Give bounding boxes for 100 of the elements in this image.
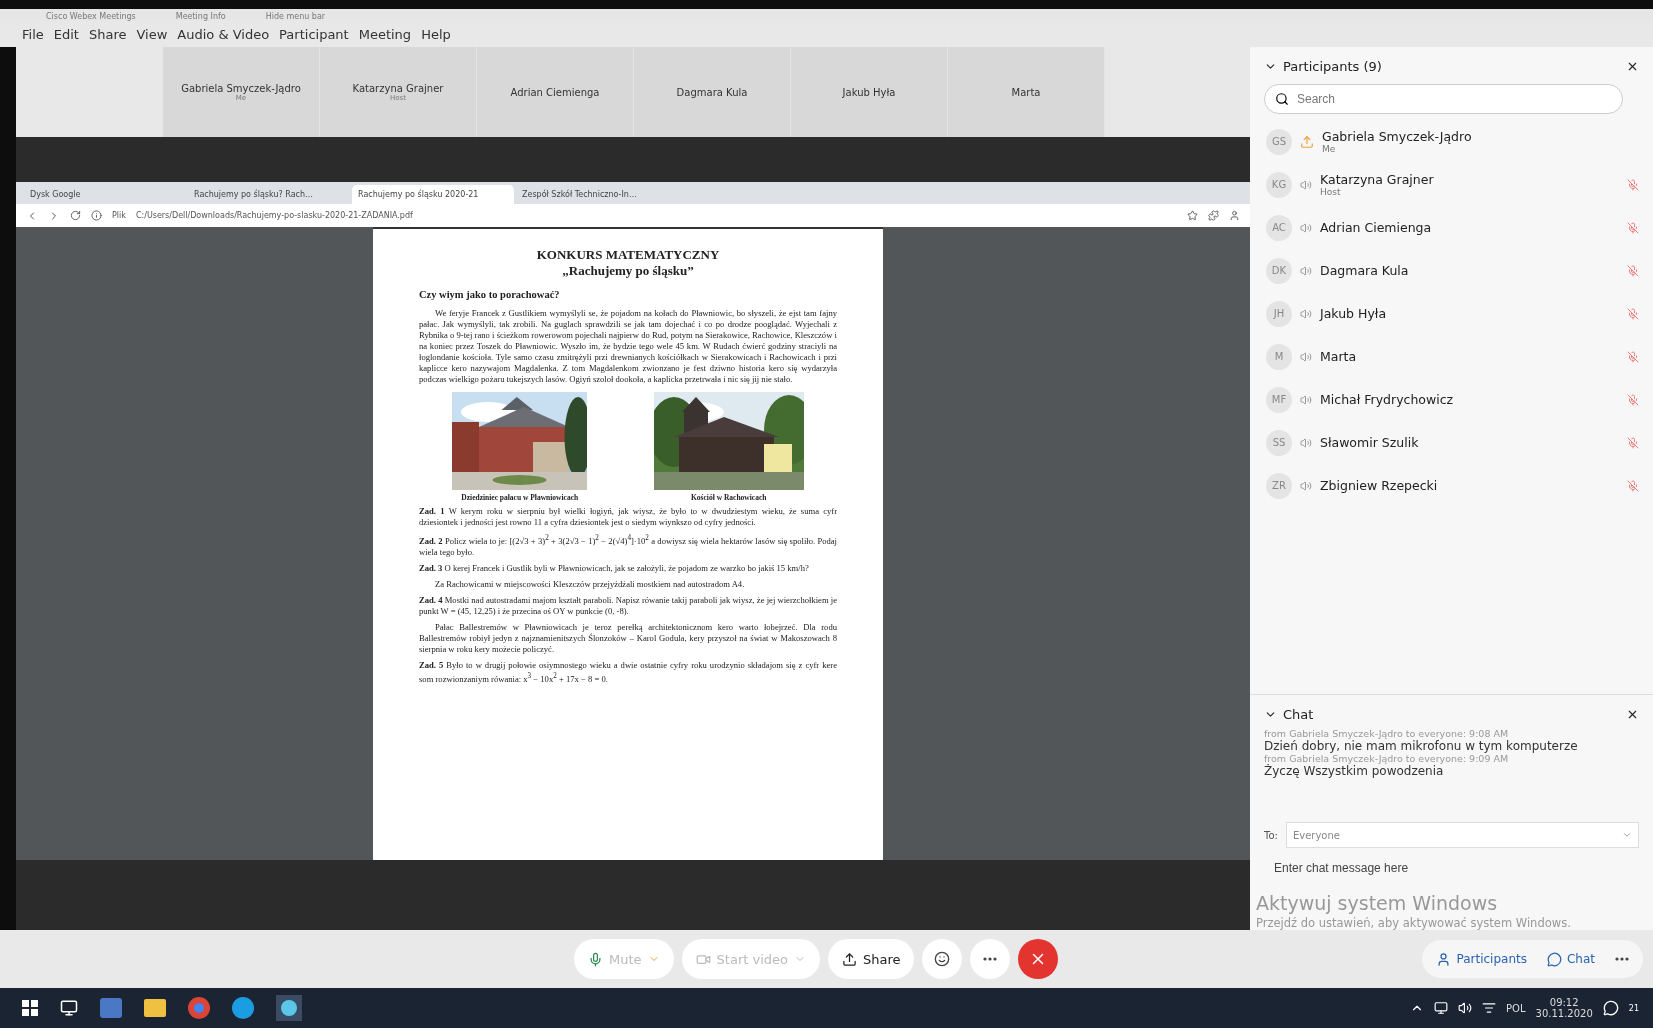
participant-name: Adrian Ciemienga — [1320, 220, 1433, 235]
microphone-icon — [588, 951, 603, 967]
participant-name: Katarzyna Grajner — [1320, 172, 1435, 187]
title-bar-text: Cisco Webex Meetings — [46, 13, 136, 21]
paragraph: Pałac Ballestremów w Pławniowicach je teroz perełką architektonicznom kero warto łobejrzeć. Dla rodu Ballestremów robiył jedyn z najznamienitszych Ślonzoków – Karol Godula, kery przyszoł na świat w Makoszowach 8 sierpnia w roku kery możecie policzyć. — [419, 621, 837, 655]
menu-item[interactable]: View — [136, 26, 168, 42]
volume-icon[interactable] — [1458, 1001, 1473, 1015]
search-icon — [1275, 92, 1289, 106]
participant-row[interactable]: KG Katarzyna Grajner Host — [1250, 163, 1653, 206]
share-icon — [841, 951, 857, 967]
participant-name: Adrian Ciemienga — [510, 86, 600, 98]
participants-button[interactable]: Participants — [1428, 940, 1535, 978]
menu-item[interactable]: Edit — [53, 26, 79, 42]
browser-tab[interactable]: Zespół Szkół Techniczno-In… — [516, 185, 678, 204]
chat-input[interactable]: Enter chat message here — [1272, 860, 1639, 876]
participant-name: Jakub Hyła — [1320, 306, 1388, 321]
menu-item[interactable]: Participant — [279, 26, 349, 42]
clock-time[interactable]: 09:12 — [1549, 997, 1579, 1008]
windows-start-icon[interactable] — [22, 1000, 38, 1016]
url-scheme: Plik — [112, 211, 126, 220]
avatar: JH — [1266, 300, 1292, 327]
reload-icon[interactable] — [70, 210, 81, 221]
tray-app-icon[interactable] — [1482, 1001, 1497, 1015]
recipient-label: To: — [1264, 829, 1278, 841]
message-meta: from Gabriela Smyczek-Jądro to everyone: 9:08 AM — [1263, 728, 1510, 739]
star-icon[interactable] — [1187, 210, 1198, 221]
title-bar-text: Hide menu bar — [265, 13, 326, 21]
participant-name: Dagmara Kula — [1320, 263, 1410, 278]
participant-row[interactable]: MF Michał Frydrychowicz — [1250, 378, 1653, 421]
reactions-button[interactable] — [922, 939, 963, 979]
participant-name: Marta — [1320, 349, 1358, 364]
menu-item[interactable]: Meeting — [358, 26, 412, 42]
browser-tab[interactable]: Rachujemy po śląsku 2020-21 — [352, 185, 514, 204]
activation-text: Przejdź do ustawień, aby aktywować system Windows. — [1256, 916, 1571, 930]
browser-tab[interactable]: Dysk Google — [24, 185, 186, 204]
paragraph: We feryje Francek z Gustlikiem wymyślyli se, że pojadom na kołach do Pławniowic, bo słyszeli, że ejst tam fajny pałac. Jak wymyślyli, tak zrobili. Na guglach sprawdzili se jak tam dojechać i co po drodze pooglądać. Wyjechali z Rybnika o 9-tej rano i ścieżkom rowerowom pojechali najpierw do Rud, potym na Sierakowice, Rachowice, Kleszczów i na koniec przez Toszek do Pławniowic. Wyszło im, że bydzie tego wele 45 km. W Rudach ćwierć godziny straciyli na łoglondanie kościoła. Tyle samo czasu zmitrężyli przi drewnianych kościółkach w Sierakowicach i Rachowicach i przi kaplicce kero nazywajom Magdalenka. Z tom Magdalenkom zwionzano je fest dziwno historia kero się wydarzyła podczas wielkigo pożaru tukejszych lasów. Ogiyń szoloł dookoła, a kaplicka przetrwała i nic się jij nie stało. — [419, 308, 837, 385]
participant-name: Dagmara Kula — [676, 86, 748, 98]
end-meeting-button[interactable] — [1018, 939, 1059, 979]
browser-icon[interactable] — [188, 997, 210, 1019]
avatar: GS — [1266, 128, 1292, 155]
participant-role: Host — [1320, 187, 1342, 197]
paragraph: Za Rachowicami w miejscowości Kleszczów przejyżdżali mostkiem nad autostradom A4. — [434, 578, 746, 590]
panel-title: Participants (9) — [1283, 59, 1383, 74]
chat-button[interactable]: Chat — [1538, 940, 1603, 978]
network-icon[interactable] — [1434, 1001, 1449, 1015]
close-icon[interactable] — [1626, 60, 1639, 73]
menu-item[interactable]: Audio & Video — [177, 26, 270, 42]
participant-row[interactable]: GS Gabriela Smyczek-Jądro Me — [1250, 120, 1653, 163]
avatar: KG — [1266, 171, 1292, 198]
task-view-icon[interactable] — [60, 999, 78, 1017]
document-subtitle: „Rachujemy po śląsku” — [561, 263, 695, 279]
participant-name: Katarzyna Grajner — [352, 82, 444, 94]
chat-message: Życzę Wszystkim powodzenia — [1263, 764, 1445, 778]
menu-item[interactable]: Help — [421, 26, 451, 42]
search-input[interactable]: Search — [1295, 91, 1612, 107]
notification-count: 21 — [1628, 1003, 1639, 1013]
avatar: M — [1266, 343, 1292, 370]
menu-item[interactable]: File — [22, 26, 44, 42]
profile-icon[interactable] — [1229, 210, 1240, 221]
task-text: Zad. 2 Policz wiela to je: [(2√3 + 3)$^{2}$ + 3(2√3 − 1)$^{2}$ − 2(√4)$^{4}$]·10$^{2}$ a dowiysz się wiela hektarów lasów się spoliło. Podaj wiela tego było. — [419, 533, 837, 558]
share-button[interactable]: Share — [827, 939, 915, 979]
search-field[interactable]: Search — [1264, 84, 1623, 114]
menu-item[interactable]: Share — [88, 26, 127, 42]
browser-tab[interactable]: Rachujemy po śląsku? Rach… — [188, 185, 350, 204]
participant-row[interactable]: AC Adrian Ciemienga — [1250, 206, 1653, 249]
person-icon — [1436, 951, 1452, 967]
avatar: MF — [1266, 386, 1292, 413]
meeting-app-icon[interactable] — [276, 995, 302, 1021]
notifications-icon[interactable] — [1602, 1000, 1619, 1016]
task-text: Zad. 4 Mostki nad autostradami majom kształt paraboli. Napisz rówanie takij paraboli jak wiysz, że jej wierzchołkiem je punkt W = (45, 12,25) i że przecina oś OY w punkcie (0, -8). — [419, 594, 837, 617]
smiley-icon — [934, 951, 951, 967]
task-text: Zad. 5 Było to w drugij połowie osiymnostego wieku a dwie ostatnie cyfry roku urodzynio składajom się z cyfr kere som rozwionzaniym rówania: x$^{3}$ − 10x$^{2}$ + 17x − 8 = 0. — [419, 659, 837, 685]
recipient-dropdown[interactable]: Everyone — [1285, 822, 1639, 848]
language-indicator[interactable]: POL — [1506, 1002, 1526, 1014]
participant-row[interactable]: SS Sławomir Szulik — [1250, 421, 1653, 464]
participant-row[interactable]: DK Dagmara Kula — [1250, 249, 1653, 292]
participant-row[interactable]: ZR Zbigniew Rzepecki — [1250, 464, 1653, 507]
document-title: KONKURS MATEMATYCZNY — [535, 247, 721, 263]
avatar: ZR — [1266, 472, 1292, 499]
participant-name: Jakub Hyła — [842, 86, 896, 98]
avatar: DK — [1266, 257, 1292, 284]
avatar: AC — [1266, 214, 1292, 241]
close-icon[interactable] — [1626, 708, 1639, 721]
participant-name: Zbigniew Rzepecki — [1320, 478, 1439, 493]
participant-name: Marta — [1011, 86, 1041, 98]
task-text: Zad. 3 O kerej Francek i Gustlik byli w Pławniowicach, jak se założyli, że pojadom ze warzko bo jakiś 15 km/h? — [419, 562, 810, 574]
participant-name: Michał Frydrychowicz — [1320, 392, 1455, 407]
message-meta: from Gabriela Smyczek-Jądro to everyone: 9:09 AM — [1263, 753, 1510, 764]
puzzle-icon[interactable] — [1208, 210, 1219, 221]
address-bar[interactable]: C:/Users/Dell/Downloads/Rachujemy-po-slasku-2020-21-ZADANIA.pdf — [135, 211, 1177, 220]
clock-date[interactable]: 30.11.2020 — [1535, 1008, 1593, 1019]
more-icon — [983, 957, 998, 961]
info-icon — [91, 210, 102, 221]
participant-row[interactable]: JH Jakub Hyła — [1250, 292, 1653, 335]
more-icon — [1615, 957, 1629, 961]
title-bar-text: Meeting Info — [175, 13, 226, 21]
dropdown-caret-icon — [1622, 830, 1632, 840]
participant-row[interactable]: M Marta — [1250, 335, 1653, 378]
participant-name: Gabriela Smyczek-Jądro — [1322, 129, 1473, 144]
panel-title: Chat — [1283, 707, 1315, 722]
